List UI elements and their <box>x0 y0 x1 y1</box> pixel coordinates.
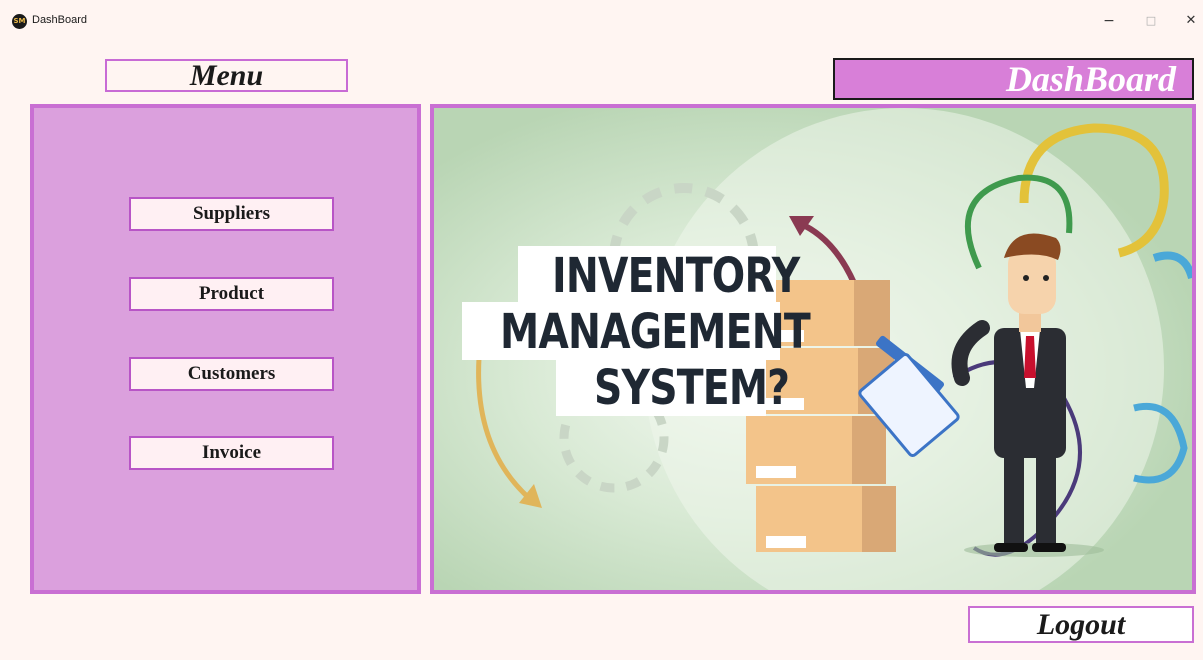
hero-line-2: MANAGEMENT <box>500 304 811 360</box>
menu-heading: Menu <box>105 59 348 92</box>
hero-line-3: SYSTEM? <box>594 360 790 416</box>
window-title: DashBoard <box>32 14 88 26</box>
close-button[interactable]: ✕ <box>1178 10 1203 32</box>
invoice-button[interactable]: Invoice <box>129 436 334 470</box>
hero-line-1: INVENTORY <box>552 248 800 304</box>
title-bar: SM DashBoard − □ ✕ <box>0 0 1203 36</box>
suppliers-button[interactable]: Suppliers <box>129 197 334 231</box>
product-button[interactable]: Product <box>129 277 334 311</box>
hero-illustration: INVENTORY MANAGEMENT SYSTEM? <box>430 104 1196 594</box>
maximize-button[interactable]: □ <box>1138 10 1164 32</box>
customers-button[interactable]: Customers <box>129 357 334 391</box>
logout-button[interactable]: Logout <box>968 606 1194 643</box>
app-icon: SM <box>12 14 27 29</box>
minimize-button[interactable]: − <box>1096 10 1122 32</box>
sidebar-panel: Suppliers Product Customers Invoice <box>30 104 421 594</box>
dashboard-heading: DashBoard <box>833 58 1194 100</box>
